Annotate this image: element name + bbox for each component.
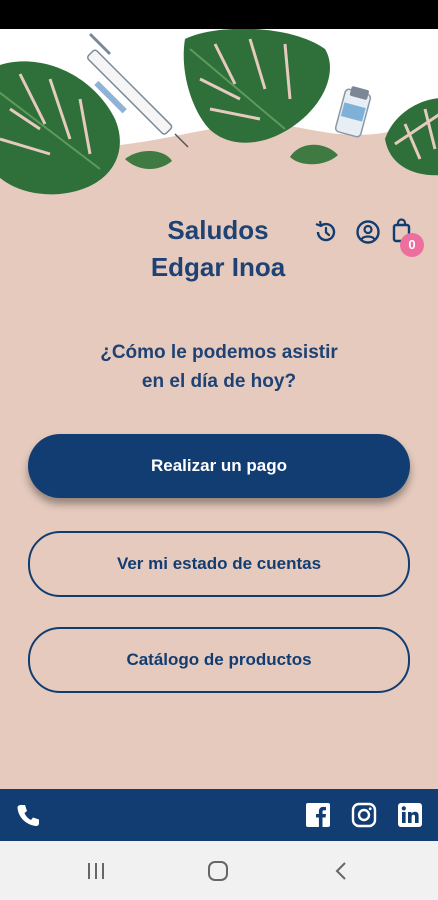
user-circle-icon <box>356 220 380 244</box>
recent-apps-icon <box>88 863 104 879</box>
phone-icon <box>17 805 39 826</box>
footer-bar <box>0 789 438 841</box>
linkedin-icon <box>398 803 422 827</box>
status-bar <box>0 0 438 29</box>
back-button[interactable] <box>330 859 354 883</box>
product-catalog-button[interactable]: Catálogo de productos <box>28 627 410 693</box>
home-button[interactable] <box>206 859 230 883</box>
cart-count-badge: 0 <box>400 233 424 257</box>
phone-button[interactable] <box>15 802 41 828</box>
back-icon <box>335 862 346 880</box>
history-button[interactable] <box>312 218 340 246</box>
linkedin-button[interactable] <box>397 802 423 828</box>
instagram-icon <box>351 802 377 828</box>
assist-question: ¿Cómo le podemos asistir en el día de ho… <box>40 338 398 396</box>
instagram-button[interactable] <box>351 802 377 828</box>
make-payment-button[interactable]: Realizar un pago <box>28 434 410 498</box>
history-icon <box>315 220 336 242</box>
assist-question-line1: ¿Cómo le podemos asistir <box>100 342 338 363</box>
account-statement-button[interactable]: Ver mi estado de cuentas <box>28 531 410 597</box>
home-icon <box>208 861 228 881</box>
assist-question-line2: en el día de hoy? <box>141 371 297 392</box>
greeting: Saludos Edgar Inoa <box>120 212 316 286</box>
system-navigation-bar <box>0 841 438 900</box>
facebook-button[interactable] <box>305 802 331 828</box>
greeting-user-name: Edgar Inoa <box>150 252 286 282</box>
hero-illustration <box>0 29 438 195</box>
hero-banner <box>0 29 438 199</box>
recent-apps-button[interactable] <box>84 859 108 883</box>
profile-button[interactable] <box>354 218 382 246</box>
facebook-icon <box>306 803 330 827</box>
greeting-line1: Saludos <box>167 215 269 245</box>
